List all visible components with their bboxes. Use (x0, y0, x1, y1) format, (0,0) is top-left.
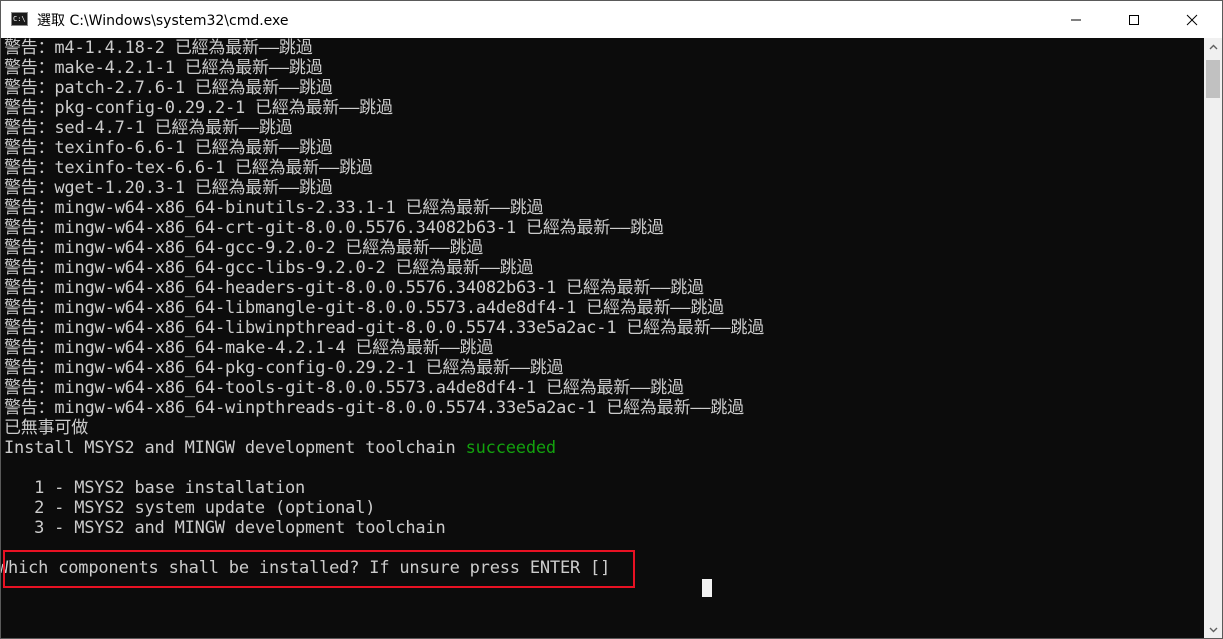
console-line: 警告：mingw-w64-x86_64-libwinpthread-git-8.… (4, 318, 765, 338)
text-cursor[interactable] (702, 579, 712, 597)
option-line: 2 - MSYS2 system update (optional) (4, 498, 376, 518)
title-bar[interactable]: C:\ 選取 C:\Windows\system32\cmd.exe (1, 1, 1222, 38)
close-icon (1186, 14, 1198, 25)
vertical-scrollbar[interactable] (1204, 38, 1222, 638)
option-line: 3 - MSYS2 and MINGW development toolchai… (4, 518, 446, 538)
console-line: 警告：texinfo-6.6-1 已經為最新——跳過 (4, 138, 333, 158)
maximize-button[interactable] (1105, 1, 1163, 38)
console-line: 警告：pkg-config-0.29.2-1 已經為最新——跳過 (4, 98, 393, 118)
console-line: 警告：mingw-w64-x86_64-winpthreads-git-8.0.… (4, 398, 744, 418)
console-line: 警告：make-4.2.1-1 已經為最新——跳過 (4, 58, 323, 78)
console-line: 警告：mingw-w64-x86_64-crt-git-8.0.0.5576.3… (4, 218, 664, 238)
console-line-nothing-to-do: 已無事可做 (4, 418, 88, 438)
minimize-button[interactable] (1047, 1, 1105, 38)
minimize-icon (1071, 19, 1081, 20)
console-line: 警告：mingw-w64-x86_64-gcc-9.2.0-2 已經為最新——跳… (4, 238, 484, 258)
option-line: 1 - MSYS2 base installation (4, 478, 306, 498)
install-result-line: Install MSYS2 and MINGW development tool… (4, 438, 556, 458)
close-button[interactable] (1163, 1, 1221, 38)
console-line: 警告：mingw-w64-x86_64-make-4.2.1-4 已經為最新——… (4, 338, 494, 358)
console-line: 警告：mingw-w64-x86_64-libmangle-git-8.0.0.… (4, 298, 724, 318)
cmd-app-icon[interactable]: C:\ (11, 12, 28, 26)
console-line: 警告：texinfo-tex-6.6-1 已經為最新——跳過 (4, 158, 373, 178)
console-line: 警告：patch-2.7.6-1 已經為最新——跳過 (4, 78, 333, 98)
install-status-succeeded: succeeded (465, 438, 557, 458)
console-output[interactable]: 警告：m4-1.4.18-2 已經為最新——跳過 警告：make-4.2.1-1… (1, 38, 1204, 638)
install-result-text: Install MSYS2 and MINGW development tool… (4, 438, 466, 458)
scroll-down-arrow-icon (1209, 627, 1217, 632)
prompt-highlight-box (3, 550, 635, 588)
cmd-window: C:\ 選取 C:\Windows\system32\cmd.exe 警告：m4… (0, 0, 1223, 639)
window-title: 選取 C:\Windows\system32\cmd.exe (37, 13, 289, 29)
console-line: 警告：m4-1.4.18-2 已經為最新——跳過 (4, 38, 313, 58)
console-line: 警告：mingw-w64-x86_64-gcc-libs-9.2.0-2 已經為… (4, 258, 534, 278)
console-line: 警告：mingw-w64-x86_64-headers-git-8.0.0.55… (4, 278, 704, 298)
scroll-up-arrow-icon (1209, 44, 1217, 49)
maximize-icon (1129, 14, 1139, 25)
scroll-down-button[interactable] (1204, 621, 1222, 638)
scrollbar-thumb[interactable] (1206, 60, 1220, 98)
console-line: 警告：wget-1.20.3-1 已經為最新——跳過 (4, 178, 333, 198)
console-line: 警告：sed-4.7-1 已經為最新——跳過 (4, 118, 293, 138)
scroll-up-button[interactable] (1204, 38, 1222, 55)
console-line: 警告：mingw-w64-x86_64-pkg-config-0.29.2-1 … (4, 358, 564, 378)
console-line: 警告：mingw-w64-x86_64-binutils-2.33.1-1 已經… (4, 198, 544, 218)
console-line: 警告：mingw-w64-x86_64-tools-git-8.0.0.5573… (4, 378, 684, 398)
